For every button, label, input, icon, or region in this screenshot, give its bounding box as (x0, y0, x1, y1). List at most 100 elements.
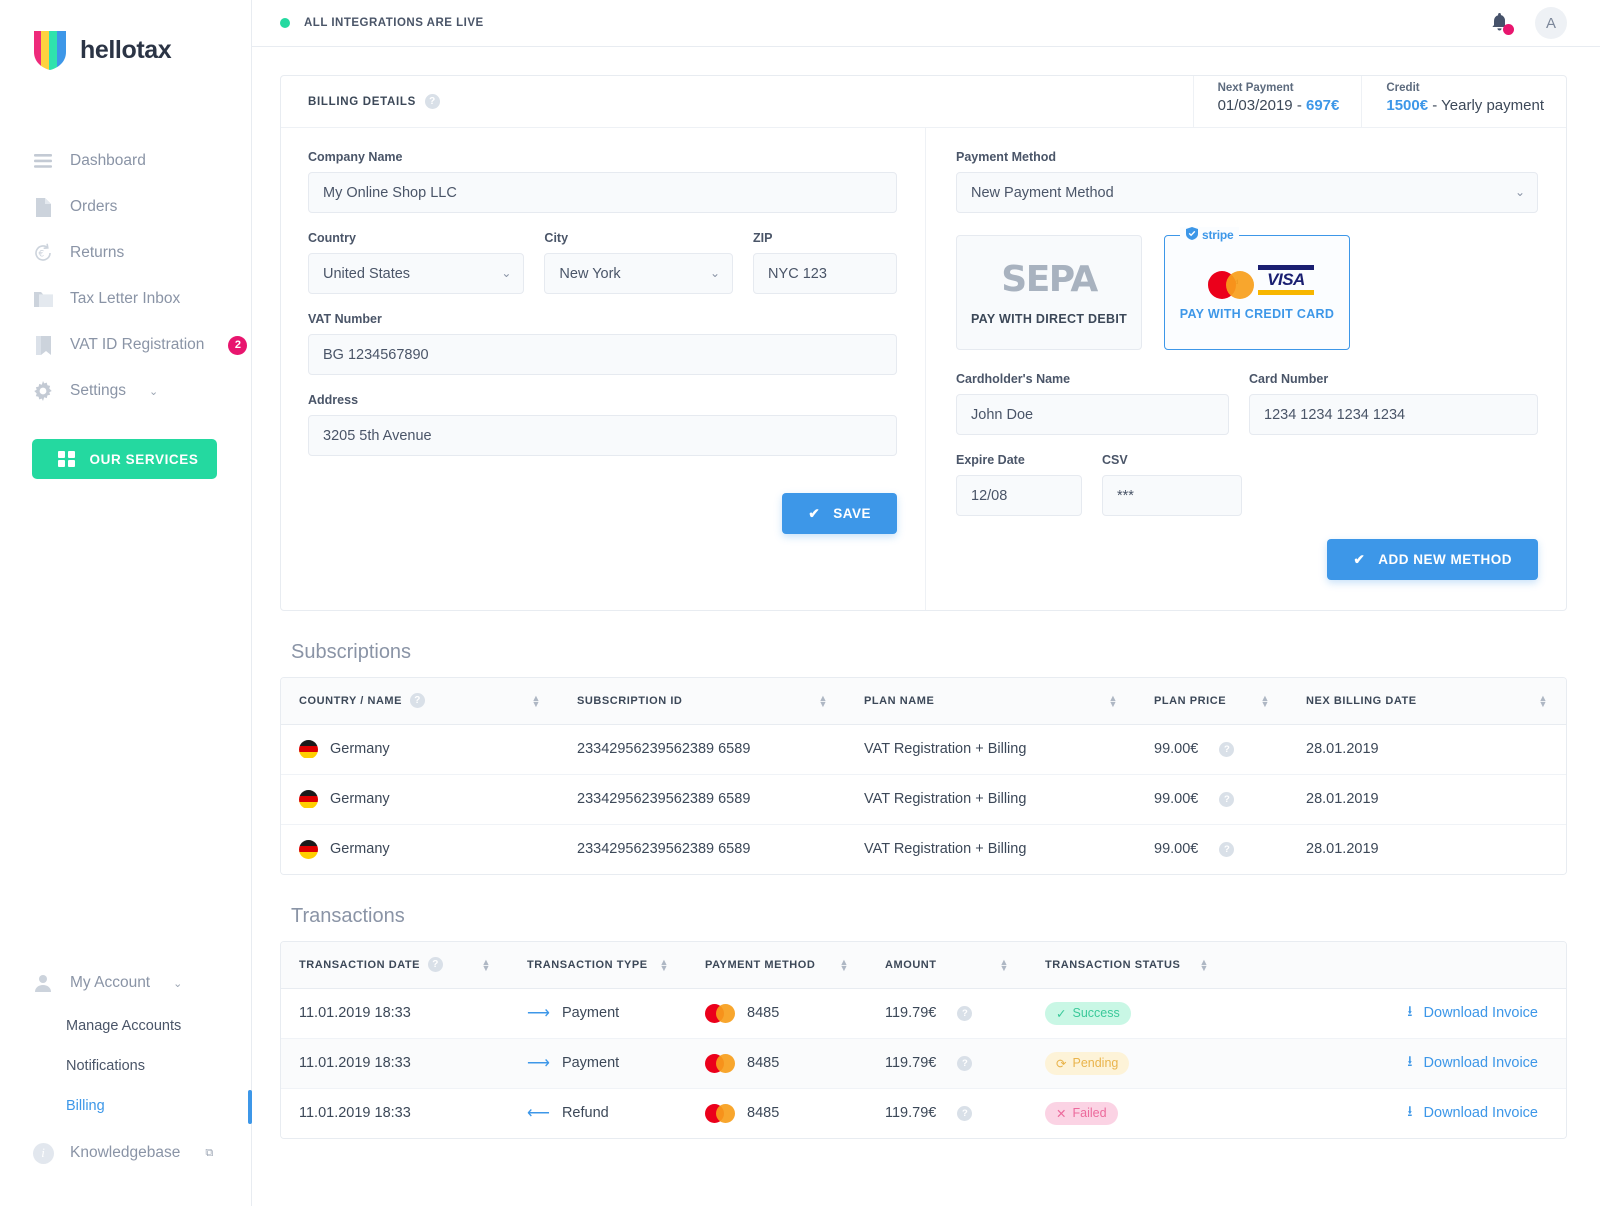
credit-value: 1500€ - Yearly payment (1386, 97, 1544, 114)
table-row[interactable]: 11.01.2019 18:33 ⟶ Payment 8485 119.79€ … (281, 988, 1566, 1039)
hellotax-shield-icon (32, 28, 68, 72)
download-invoice-link[interactable]: ⭳ Download Invoice (1407, 1051, 1538, 1076)
table-row[interactable]: Germany 23342956239562389 6589 VAT Regis… (281, 824, 1566, 874)
stripe-shield-icon (1186, 227, 1198, 243)
download-invoice-link[interactable]: ⭳ Download Invoice (1407, 1101, 1538, 1126)
add-new-method-button[interactable]: ✔ ADD NEW METHOD (1327, 539, 1538, 580)
check-icon: ✓ (1056, 1006, 1067, 1021)
check-icon: ✔ (808, 505, 821, 521)
sort-icon[interactable]: ▲ ▼ (532, 693, 541, 708)
next-payment-value: 01/03/2019 - 697€ (1218, 97, 1340, 114)
card-row-2: Expire Date CSV (956, 453, 1538, 516)
pay-with-direct-debit-tile[interactable]: SEPA PAY WITH DIRECT DEBIT (956, 235, 1142, 350)
col-plan-name[interactable]: PLAN NAME ▲ ▼ (846, 678, 1136, 725)
col-transaction-date[interactable]: TRANSACTION DATE ? ▲ ▼ (281, 942, 509, 989)
sort-icon[interactable]: ▲ ▼ (1109, 693, 1118, 708)
cardholder-input[interactable] (956, 394, 1229, 435)
status-label: Pending (1072, 1056, 1119, 1070)
sidebar-item-orders[interactable]: Orders (0, 184, 251, 230)
pay-with-credit-card-tile[interactable]: stripe mastercard VISA (1164, 227, 1350, 350)
cell-transaction-status: ✕ Failed (1027, 1088, 1227, 1138)
payment-method-label: Payment Method (956, 150, 1057, 164)
logo[interactable]: hellotax (0, 0, 251, 72)
help-icon[interactable]: ? (410, 693, 426, 709)
sort-icon[interactable]: ▲ ▼ (482, 957, 491, 972)
sort-icon[interactable]: ▲ ▼ (660, 957, 669, 972)
cell-transaction-date: 11.01.2019 18:33 (281, 988, 509, 1039)
col-payment-method[interactable]: PAYMENT METHOD ▲ ▼ (687, 942, 867, 989)
sort-icon[interactable]: ▲ ▼ (819, 693, 828, 708)
help-icon[interactable]: ? (957, 1105, 973, 1121)
sort-icon[interactable]: ▲ ▼ (840, 957, 849, 972)
euro-refresh-icon: € (32, 242, 54, 264)
payment-method-select[interactable] (956, 172, 1538, 213)
col-subscription-id[interactable]: SUBSCRIPTION ID ▲ ▼ (559, 678, 846, 725)
check-icon: ✔ (1353, 551, 1366, 567)
col-amount[interactable]: AMOUNT ▲ ▼ (867, 942, 1027, 989)
address-input[interactable] (308, 415, 897, 456)
expire-date-input[interactable] (956, 475, 1082, 516)
table-row[interactable]: Germany 23342956239562389 6589 VAT Regis… (281, 774, 1566, 825)
sidebar-item-tax-letter-inbox[interactable]: Tax Letter Inbox (0, 276, 251, 322)
zip-input[interactable] (753, 253, 897, 294)
table-row[interactable]: 11.01.2019 18:33 ⟶ Payment 8485 119.79€ … (281, 1038, 1566, 1089)
help-icon[interactable]: ? (428, 957, 444, 973)
table-row[interactable]: Germany 23342956239562389 6589 VAT Regis… (281, 724, 1566, 775)
help-icon[interactable]: ? (1219, 791, 1235, 807)
our-services-button[interactable]: OUR SERVICES (32, 439, 217, 479)
billing-title: BILLING DETAILS ? (281, 76, 1193, 127)
col-next-billing-date[interactable]: NEX BILLING DATE ▲ ▼ (1288, 678, 1566, 725)
sidebar-item-dashboard[interactable]: Dashboard (0, 138, 251, 184)
col-label: TRANSACTION TYPE (527, 958, 648, 971)
sort-icon[interactable]: ▲ ▼ (1261, 693, 1270, 708)
col-country-name[interactable]: COUNTRY / NAME ? ▲ ▼ (281, 678, 559, 725)
col-label: PLAN PRICE (1154, 694, 1227, 707)
help-icon[interactable]: ? (957, 1005, 973, 1021)
sidebar-item-returns[interactable]: € Returns (0, 230, 251, 276)
avatar[interactable]: A (1535, 7, 1567, 39)
notification-bell-icon[interactable] (1489, 12, 1514, 35)
gear-icon (32, 380, 54, 402)
download-invoice-label: Download Invoice (1423, 1005, 1538, 1021)
col-plan-price[interactable]: PLAN PRICE ▲ ▼ (1136, 678, 1288, 725)
table-row[interactable]: 11.01.2019 18:33 ⟵ Refund 8485 119.79€ ?… (281, 1088, 1566, 1138)
help-icon[interactable]: ? (957, 1055, 973, 1071)
download-invoice-link[interactable]: ⭳ Download Invoice (1407, 1001, 1538, 1026)
sidebar-item-notifications[interactable]: Notifications (0, 1046, 251, 1086)
sidebar-item-manage-accounts[interactable]: Manage Accounts (0, 1006, 251, 1046)
transactions-table-wrap: TRANSACTION DATE ? ▲ ▼ TRANSACTION TYPE ▲ ▼… (280, 941, 1567, 1139)
card-number-input[interactable] (1249, 394, 1538, 435)
col-transaction-type[interactable]: TRANSACTION TYPE ▲ ▼ (509, 942, 687, 989)
country-name: Germany (330, 741, 390, 757)
sort-icon[interactable]: ▲ ▼ (1200, 957, 1209, 972)
sort-icon[interactable]: ▲ ▼ (1000, 957, 1009, 972)
cardholder-field: Cardholder's Name (956, 372, 1229, 435)
save-button[interactable]: ✔ SAVE (782, 493, 897, 534)
help-icon[interactable]: ? (425, 94, 441, 109)
csv-input[interactable] (1102, 475, 1242, 516)
card-number-label: Card Number (1249, 372, 1329, 386)
col-transaction-status[interactable]: TRANSACTION STATUS ▲ ▼ (1027, 942, 1227, 989)
col-label: PLAN NAME (864, 694, 935, 707)
add-method-row: ✔ ADD NEW METHOD (956, 539, 1538, 580)
sidebar-item-settings[interactable]: Settings ⌄ (0, 368, 251, 414)
sidebar-item-vat-id-registration[interactable]: VAT ID Registration 2 (0, 322, 251, 368)
sort-icon[interactable]: ▲ ▼ (1539, 693, 1548, 708)
col-label: TRANSACTION STATUS (1045, 958, 1181, 971)
help-icon[interactable]: ? (1219, 841, 1235, 857)
sidebar-item-knowledgebase[interactable]: i Knowledgebase ⧉ (0, 1130, 251, 1176)
country-name: Germany (330, 841, 390, 858)
sidebar-item-my-account[interactable]: My Account ⌄ (0, 960, 251, 1006)
help-icon[interactable]: ? (1219, 741, 1235, 757)
company-name-input[interactable] (308, 172, 897, 213)
city-select[interactable] (544, 253, 734, 294)
subscriptions-body: Germany 23342956239562389 6589 VAT Regis… (281, 724, 1566, 874)
transaction-type-label: Refund (561, 1105, 609, 1122)
next-payment-block: Next Payment 01/03/2019 - 697€ (1192, 76, 1362, 127)
transactions-title: Transactions (291, 905, 405, 927)
sidebar-item-billing[interactable]: Billing (0, 1086, 252, 1126)
country-select[interactable] (308, 253, 525, 294)
cell-country: Germany (281, 724, 559, 775)
status-badge: ✓ Success (1045, 1001, 1131, 1025)
vat-number-input[interactable] (308, 334, 897, 375)
